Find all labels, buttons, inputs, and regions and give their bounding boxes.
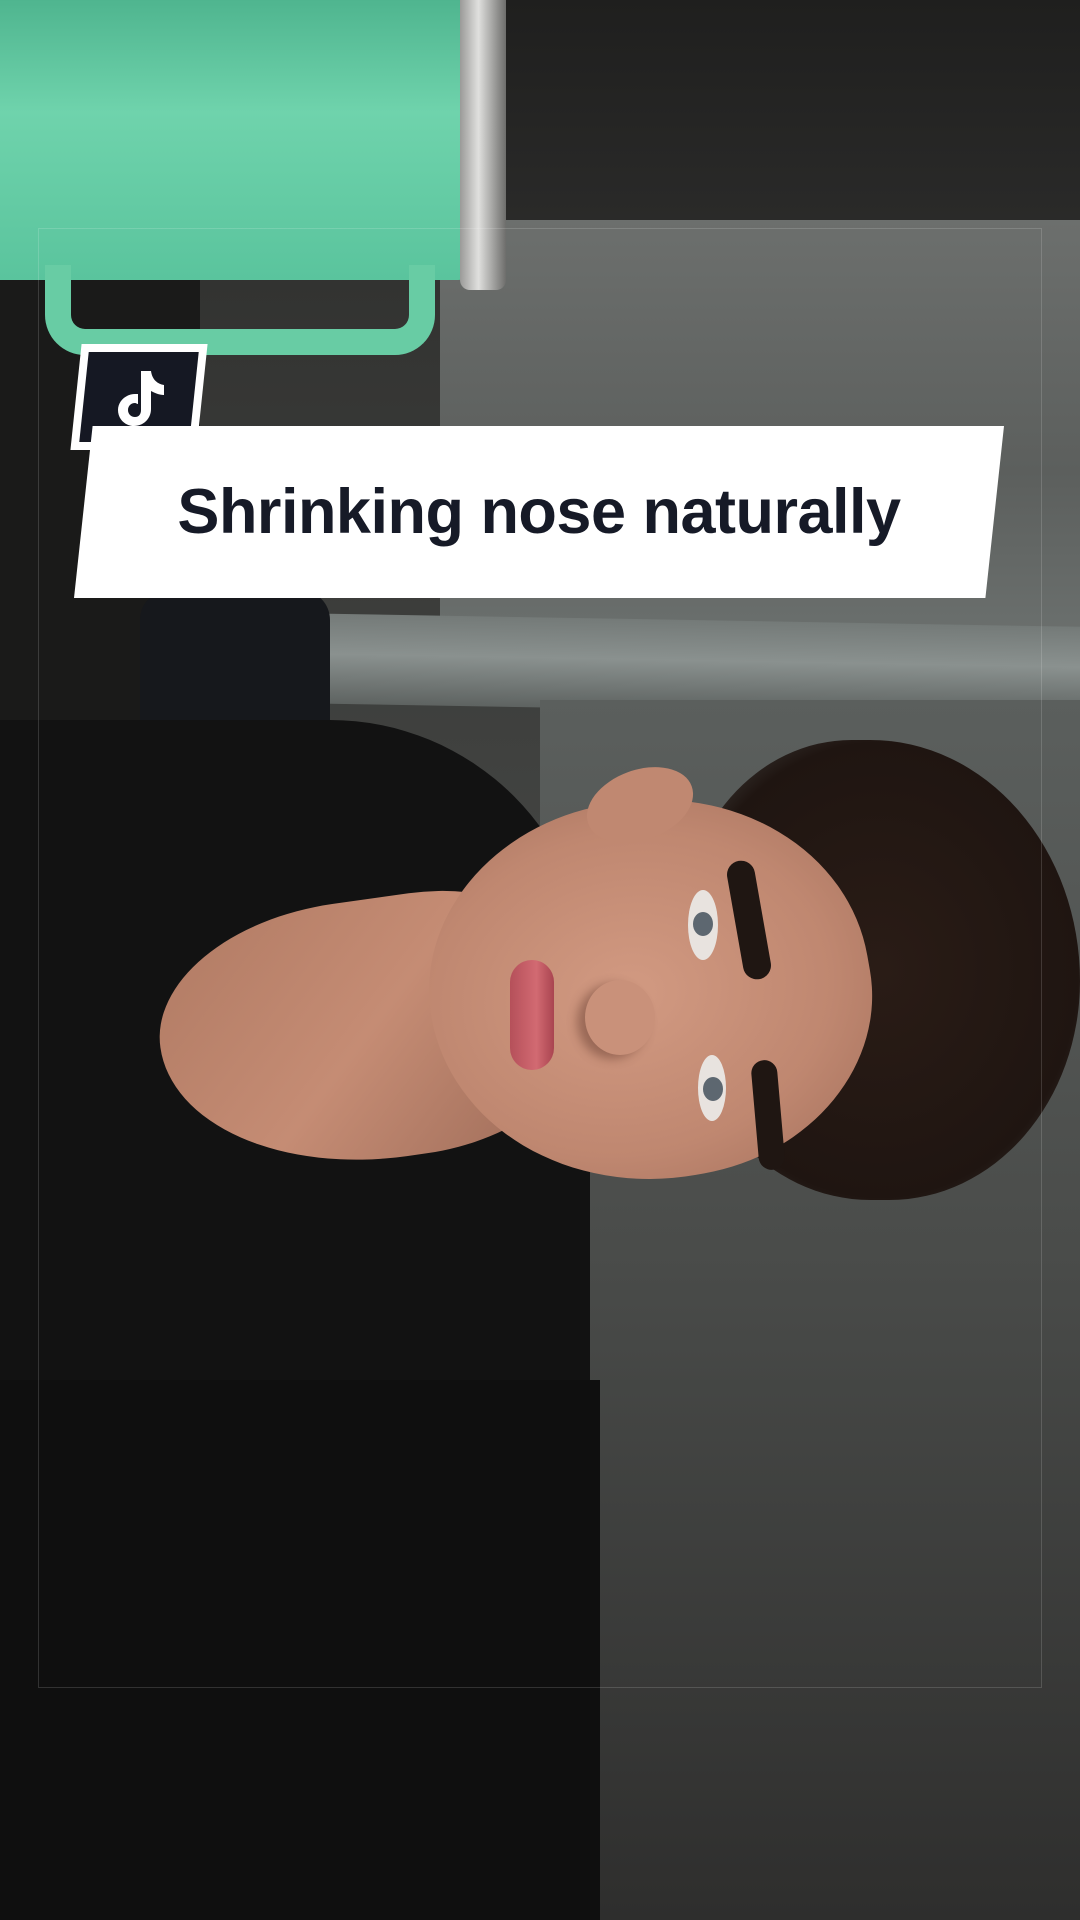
title-banner: Shrinking nose naturally <box>74 426 1004 598</box>
tiktok-logo-icon <box>118 371 164 426</box>
video-frame[interactable]: Shrinking nose naturally <box>0 0 1080 1920</box>
video-title: Shrinking nose naturally <box>177 477 901 547</box>
background-wall <box>480 0 1080 240</box>
